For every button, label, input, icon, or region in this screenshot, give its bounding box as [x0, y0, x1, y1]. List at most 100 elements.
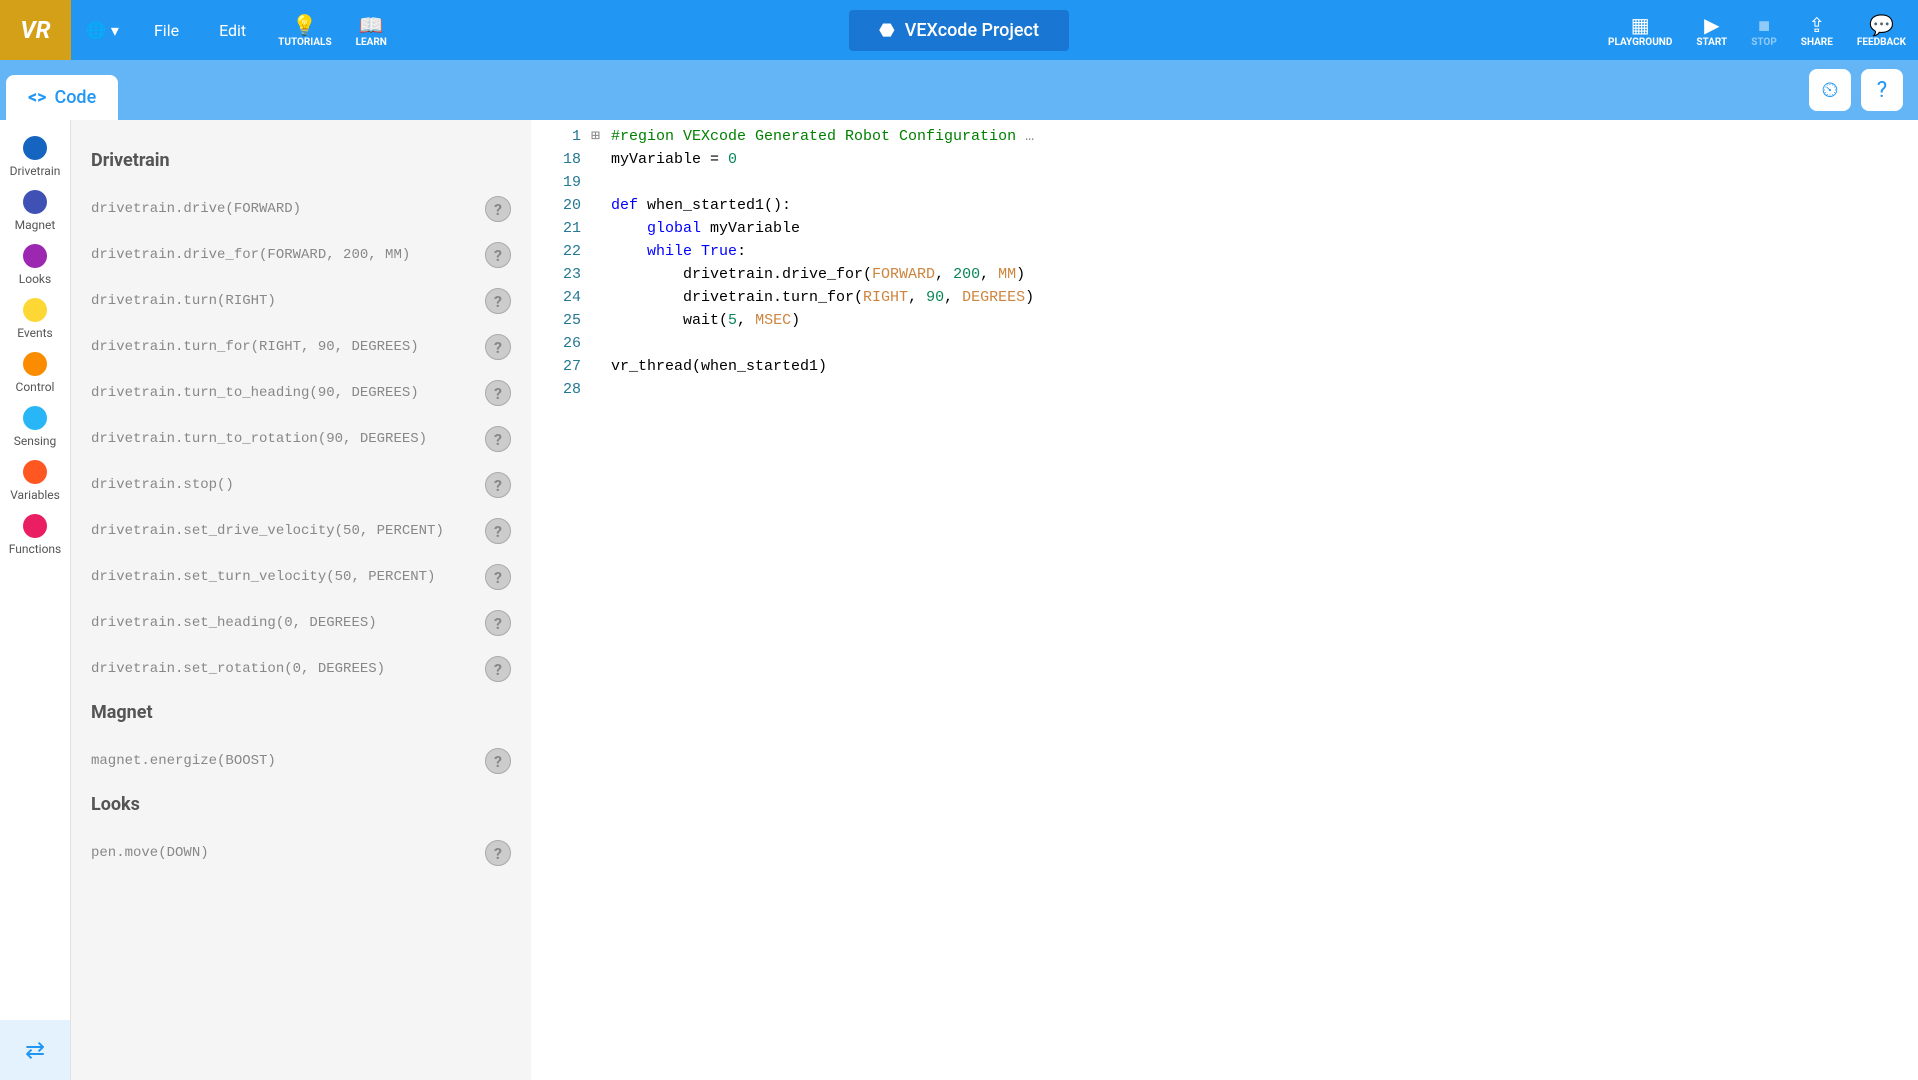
- snippet-help-icon[interactable]: ?: [485, 564, 511, 590]
- snippet-help-icon[interactable]: ?: [485, 610, 511, 636]
- snippet-help-icon[interactable]: ?: [485, 748, 511, 774]
- snippet-row[interactable]: drivetrain.turn_to_rotation(90, DEGREES)…: [86, 416, 516, 462]
- snippet-code: drivetrain.set_turn_velocity(50, PERCENT…: [91, 569, 435, 585]
- snippet-code: drivetrain.stop(): [91, 477, 234, 493]
- file-menu[interactable]: File: [134, 21, 199, 40]
- category-variables[interactable]: Variables: [0, 454, 70, 508]
- category-rail: Drivetrain Magnet Looks Events Control Sensin…: [0, 120, 71, 1080]
- snippet-panel: Drivetraindrivetrain.drive(FORWARD)?driv…: [71, 120, 531, 1080]
- convert-icon: ⇄: [25, 1036, 45, 1064]
- snippet-help-icon[interactable]: ?: [485, 242, 511, 268]
- category-label: Control: [16, 380, 55, 394]
- snippet-help-icon[interactable]: ?: [485, 518, 511, 544]
- snippet-code: drivetrain.turn_to_rotation(90, DEGREES): [91, 431, 427, 447]
- snippet-row[interactable]: pen.move(DOWN)?: [86, 830, 516, 876]
- main: Drivetrain Magnet Looks Events Control Sensin…: [0, 120, 1918, 1080]
- category-events[interactable]: Events: [0, 292, 70, 346]
- vr-logo[interactable]: VR: [0, 0, 71, 60]
- category-label: Looks: [19, 272, 51, 286]
- snippet-row[interactable]: drivetrain.set_rotation(0, DEGREES)?: [86, 646, 516, 692]
- start-button[interactable]: ▶ START: [1684, 13, 1739, 48]
- help-icon: ?: [1877, 78, 1887, 103]
- category-label: Functions: [9, 542, 62, 556]
- category-dot-icon: [23, 406, 47, 430]
- category-dot-icon: [23, 190, 47, 214]
- cube-icon: ⬣: [879, 20, 895, 41]
- snippet-help-icon[interactable]: ?: [485, 426, 511, 452]
- playground-icon: ▦: [1631, 13, 1650, 37]
- snippet-row[interactable]: drivetrain.turn_for(RIGHT, 90, DEGREES)?: [86, 324, 516, 370]
- secondbar: <> Code ⏲ ?: [0, 60, 1918, 120]
- snippet-code: drivetrain.set_drive_velocity(50, PERCEN…: [91, 523, 444, 539]
- convert-button[interactable]: ⇄: [0, 1020, 70, 1080]
- code-editor[interactable]: 1 18 19 20 21 22 23 24 25 26 27 28 ⊞ #re…: [531, 120, 1918, 1080]
- snippet-section-header: Drivetrain: [86, 150, 516, 171]
- code-area[interactable]: #region VEXcode Generated Robot Configur…: [611, 125, 1918, 1080]
- category-dot-icon: [23, 244, 47, 268]
- help-button[interactable]: ?: [1861, 69, 1903, 111]
- category-label: Events: [17, 326, 53, 340]
- snippet-help-icon[interactable]: ?: [485, 840, 511, 866]
- globe-icon: 🌐: [86, 21, 106, 40]
- lightbulb-icon: 💡: [292, 13, 317, 37]
- snippet-section-header: Magnet: [86, 702, 516, 723]
- snippet-help-icon[interactable]: ?: [485, 472, 511, 498]
- tutorials-button[interactable]: 💡 TUTORIALS: [266, 13, 343, 48]
- category-label: Variables: [10, 488, 60, 502]
- feedback-button[interactable]: 💬 FEEDBACK: [1845, 13, 1918, 48]
- stop-button[interactable]: ■ STOP: [1739, 13, 1789, 48]
- snippet-help-icon[interactable]: ?: [485, 380, 511, 406]
- category-looks[interactable]: Looks: [0, 238, 70, 292]
- snippet-code: drivetrain.set_rotation(0, DEGREES): [91, 661, 385, 677]
- snippet-row[interactable]: magnet.energize(BOOST)?: [86, 738, 516, 784]
- category-label: Magnet: [15, 218, 56, 232]
- snippet-row[interactable]: drivetrain.turn(RIGHT)?: [86, 278, 516, 324]
- book-icon: 📖: [359, 13, 384, 37]
- snippet-section-header: Looks: [86, 794, 516, 815]
- monitor-button[interactable]: ⏲: [1809, 69, 1851, 111]
- snippet-help-icon[interactable]: ?: [485, 656, 511, 682]
- secondbar-right: ⏲ ?: [1809, 69, 1918, 111]
- snippet-code: drivetrain.turn_to_heading(90, DEGREES): [91, 385, 419, 401]
- gauge-icon: ⏲: [1821, 78, 1838, 103]
- snippet-row[interactable]: drivetrain.set_heading(0, DEGREES)?: [86, 600, 516, 646]
- snippet-row[interactable]: drivetrain.drive(FORWARD)?: [86, 186, 516, 232]
- snippet-row[interactable]: drivetrain.stop()?: [86, 462, 516, 508]
- playground-button[interactable]: ▦ PLAYGROUND: [1596, 13, 1684, 48]
- snippet-code: drivetrain.drive(FORWARD): [91, 201, 301, 217]
- snippet-code: pen.move(DOWN): [91, 845, 209, 861]
- snippet-row[interactable]: drivetrain.turn_to_heading(90, DEGREES)?: [86, 370, 516, 416]
- share-icon: ⇪: [1808, 13, 1825, 37]
- snippet-row[interactable]: drivetrain.set_turn_velocity(50, PERCENT…: [86, 554, 516, 600]
- category-dot-icon: [23, 460, 47, 484]
- play-icon: ▶: [1704, 13, 1719, 37]
- feedback-icon: 💬: [1869, 13, 1894, 37]
- snippet-code: drivetrain.drive_for(FORWARD, 200, MM): [91, 247, 410, 263]
- project-title[interactable]: ⬣ VEXcode Project: [849, 10, 1069, 51]
- category-control[interactable]: Control: [0, 346, 70, 400]
- category-functions[interactable]: Functions: [0, 508, 70, 562]
- code-icon: <>: [28, 87, 46, 108]
- line-gutter: 1 18 19 20 21 22 23 24 25 26 27 28: [531, 125, 591, 1080]
- right-controls: ▦ PLAYGROUND ▶ START ■ STOP ⇪ SHARE 💬 FE…: [1596, 13, 1918, 48]
- snippet-help-icon[interactable]: ?: [485, 196, 511, 222]
- snippet-code: drivetrain.turn(RIGHT): [91, 293, 276, 309]
- category-dot-icon: [23, 352, 47, 376]
- snippet-code: magnet.energize(BOOST): [91, 753, 276, 769]
- category-dot-icon: [23, 136, 47, 160]
- stop-icon: ■: [1758, 13, 1770, 37]
- snippet-help-icon[interactable]: ?: [485, 334, 511, 360]
- snippet-row[interactable]: drivetrain.set_drive_velocity(50, PERCEN…: [86, 508, 516, 554]
- learn-button[interactable]: 📖 LEARN: [344, 13, 399, 48]
- edit-menu[interactable]: Edit: [199, 21, 266, 40]
- category-dot-icon: [23, 298, 47, 322]
- language-button[interactable]: 🌐 ▾: [71, 21, 134, 40]
- snippet-row[interactable]: drivetrain.drive_for(FORWARD, 200, MM)?: [86, 232, 516, 278]
- category-magnet[interactable]: Magnet: [0, 184, 70, 238]
- category-sensing[interactable]: Sensing: [0, 400, 70, 454]
- category-drivetrain[interactable]: Drivetrain: [0, 130, 70, 184]
- snippet-help-icon[interactable]: ?: [485, 288, 511, 314]
- share-button[interactable]: ⇪ SHARE: [1789, 13, 1845, 48]
- code-tab[interactable]: <> Code: [6, 75, 118, 120]
- category-label: Sensing: [14, 434, 57, 448]
